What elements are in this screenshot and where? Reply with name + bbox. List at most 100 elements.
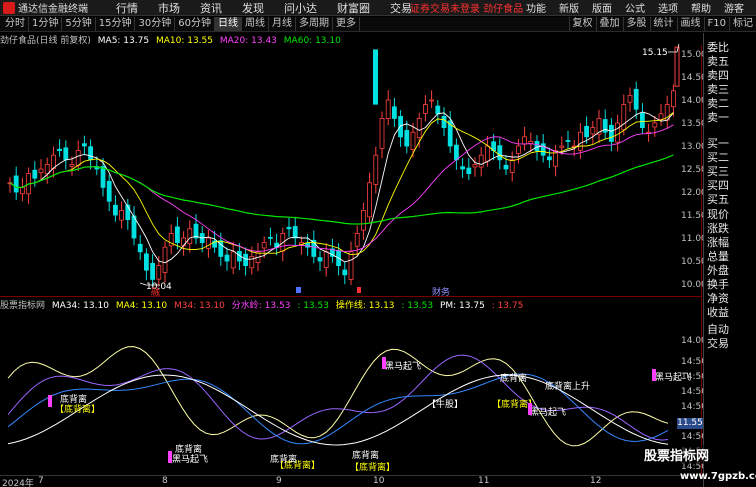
side-buy5[interactable]: 买五 bbox=[707, 191, 729, 207]
high-price-label: 15.15 bbox=[642, 48, 668, 58]
candle-body bbox=[385, 99, 391, 119]
candle-body bbox=[460, 166, 466, 170]
candle-body bbox=[156, 265, 162, 280]
mark-button[interactable]: 标记 bbox=[729, 17, 756, 31]
candle-body bbox=[547, 156, 552, 161]
candle-body bbox=[230, 251, 236, 269]
signal-label: 底背离 bbox=[352, 449, 379, 461]
candle-body bbox=[106, 180, 112, 202]
candle-body bbox=[69, 163, 75, 167]
candle-body bbox=[342, 269, 348, 276]
candle-body bbox=[181, 237, 187, 247]
signal-label: 底背离 bbox=[500, 372, 527, 384]
candle-body bbox=[13, 175, 19, 193]
candle-body bbox=[137, 243, 143, 253]
candle-body bbox=[286, 226, 292, 230]
side-earnings[interactable]: 收益 bbox=[707, 304, 729, 320]
candle-body bbox=[317, 257, 323, 262]
candle-body bbox=[292, 226, 298, 239]
indicator-lines-layer bbox=[7, 346, 669, 447]
candle-body bbox=[187, 228, 193, 245]
candle-body bbox=[522, 136, 527, 145]
candle-body bbox=[484, 145, 490, 162]
candle-body bbox=[435, 105, 441, 115]
date-7: 7 bbox=[38, 476, 44, 486]
indicator-line-yellow bbox=[7, 346, 669, 447]
candle-body bbox=[205, 237, 211, 249]
candle-body bbox=[150, 262, 156, 280]
event-marker-red[interactable] bbox=[357, 287, 361, 293]
indicator-line-purple bbox=[7, 354, 669, 441]
candle-body bbox=[174, 226, 180, 244]
signal-label: 底背离 bbox=[270, 453, 297, 465]
candle-body bbox=[348, 251, 354, 280]
candle-body bbox=[249, 255, 255, 269]
candlestick-chart[interactable]: 【底背离】【底背离】 【底背离】【底背离】【牛股】黑马起飞黑马起飞黑马起飞黑马起飞… bbox=[0, 0, 702, 487]
signal-label: 【底背离】 bbox=[350, 461, 395, 473]
candle-body bbox=[429, 99, 435, 102]
signal-marker bbox=[168, 451, 172, 463]
date-9: 9 bbox=[276, 476, 282, 486]
candle-body bbox=[391, 106, 397, 119]
candle-body bbox=[534, 141, 540, 151]
candle-body bbox=[416, 118, 422, 138]
signal-marker bbox=[528, 403, 532, 415]
candle-body bbox=[243, 253, 249, 266]
signal-marker bbox=[382, 357, 386, 369]
candle-body bbox=[113, 204, 118, 216]
candle-body bbox=[323, 251, 329, 268]
candle-body bbox=[497, 145, 503, 161]
candle-body bbox=[609, 124, 614, 142]
candle-body bbox=[162, 246, 168, 273]
candle-body bbox=[19, 186, 25, 195]
candle-body bbox=[354, 232, 360, 247]
candle-body bbox=[373, 154, 379, 185]
candle-body bbox=[590, 127, 596, 135]
candle-body bbox=[32, 169, 38, 179]
candle-body bbox=[472, 163, 478, 168]
candle-body bbox=[82, 143, 87, 147]
candle-body bbox=[379, 118, 385, 149]
last-price-tag: 11.55 bbox=[677, 418, 703, 429]
signal-label: 上升 bbox=[572, 381, 590, 392]
candle-body bbox=[565, 140, 571, 142]
signal-label: 底背离 bbox=[545, 380, 572, 392]
menu-guest[interactable]: 游客 bbox=[724, 0, 744, 15]
signal-marker bbox=[652, 369, 656, 381]
date-axis: 2024年 7 8 9 10 11 12 bbox=[0, 475, 702, 487]
candle-body bbox=[143, 253, 149, 271]
candle-body bbox=[63, 147, 69, 161]
candle-body bbox=[398, 116, 404, 138]
signal-label: 底背离 bbox=[60, 393, 87, 405]
candle-body bbox=[633, 88, 639, 110]
watermark-url: www.7gpzb.com bbox=[680, 471, 756, 482]
candle-body bbox=[466, 167, 472, 175]
f10-button[interactable]: F10 bbox=[703, 17, 729, 31]
candle-body bbox=[261, 242, 267, 249]
candle-body bbox=[441, 115, 447, 128]
event-marker-finance[interactable]: 财务 bbox=[432, 286, 450, 298]
event-marker-rong[interactable]: 融 bbox=[151, 287, 160, 298]
signal-label: 黑马起飞 bbox=[530, 407, 566, 418]
event-marker-blue[interactable] bbox=[296, 287, 301, 293]
candle-body bbox=[578, 131, 583, 151]
candle-body bbox=[640, 112, 645, 128]
signal-label: 黑马起飞 bbox=[172, 454, 208, 465]
candle-body bbox=[410, 131, 416, 150]
candle-body bbox=[224, 254, 230, 262]
candle-body bbox=[119, 209, 124, 221]
side-trade[interactable]: 交易 bbox=[707, 335, 729, 351]
candle-body bbox=[367, 182, 373, 218]
candle-body bbox=[422, 104, 428, 114]
candle-body bbox=[305, 242, 311, 248]
date-8: 8 bbox=[162, 476, 168, 486]
candle-body bbox=[509, 159, 515, 173]
quote-side-panel: 委比 卖五 卖四 卖三 卖二 卖一 买一 买二 买三 买四 买五 现价 涨跌 涨… bbox=[703, 33, 756, 487]
date-12: 12 bbox=[590, 476, 602, 486]
signal-label: 底背离 bbox=[175, 443, 202, 455]
signal-label: 【牛股】 bbox=[427, 398, 463, 410]
signal-label: 黑马起飞 bbox=[385, 361, 421, 372]
side-sell1[interactable]: 卖一 bbox=[707, 109, 729, 125]
candle-body bbox=[671, 90, 676, 108]
candle-body bbox=[57, 148, 62, 152]
